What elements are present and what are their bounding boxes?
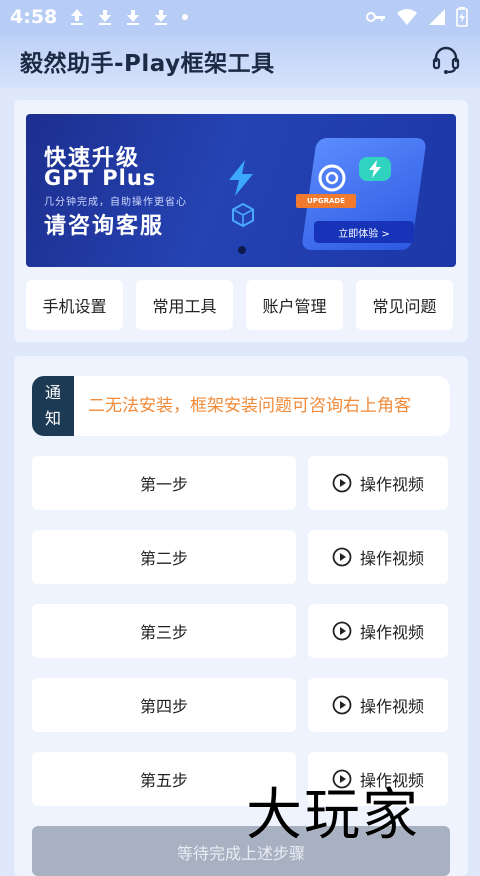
battery-icon <box>456 7 468 27</box>
faq-button[interactable]: 常见问题 <box>356 280 453 330</box>
step-row: 第三步 操作视频 <box>32 604 448 658</box>
wifi-icon <box>397 9 417 25</box>
step-2-button[interactable]: 第二步 <box>32 530 296 584</box>
promo-banner[interactable]: 快速升级 GPT Plus 几分钟完成，自助操作更省心 请咨询客服 UPGRAD… <box>26 114 456 267</box>
notice-marquee-text: 二无法安装，框架安装问题可咨询右上角客 <box>88 396 411 416</box>
video-label: 操作视频 <box>359 549 424 568</box>
watermark-text: 大玩家 <box>246 783 420 848</box>
play-circle-icon <box>332 547 352 567</box>
step-4-button[interactable]: 第四步 <box>32 678 296 732</box>
common-tools-button[interactable]: 常用工具 <box>136 280 233 330</box>
play-circle-icon <box>332 695 352 715</box>
notice-bar: 通 知 二无法安装，框架安装问题可咨询右上角客 <box>32 376 450 436</box>
openai-logo-icon <box>318 164 346 192</box>
signal-icon <box>429 9 445 25</box>
play-circle-icon <box>332 621 352 641</box>
step-row: 第四步 操作视频 <box>32 678 448 732</box>
cube-icon <box>232 202 254 228</box>
download-icon <box>99 10 112 25</box>
step-row: 第二步 操作视频 <box>32 530 448 584</box>
step-1-video-button[interactable]: 操作视频 <box>308 456 448 510</box>
banner-product: GPT Plus <box>44 166 157 190</box>
bolt-badge-icon <box>359 157 391 181</box>
lightning-icon <box>229 160 253 196</box>
status-bar: 4:58 <box>0 0 480 34</box>
notice-tag-char: 通 <box>44 383 61 402</box>
step-3-video-button[interactable]: 操作视频 <box>308 604 448 658</box>
banner-page-indicator <box>238 246 246 254</box>
menu-row: 手机设置 常用工具 账户管理 常见问题 <box>26 280 453 330</box>
video-label: 操作视频 <box>359 475 424 494</box>
vpn-key-icon <box>366 12 385 22</box>
step-1-button[interactable]: 第一步 <box>32 456 296 510</box>
headset-icon <box>432 46 460 74</box>
account-management-button[interactable]: 账户管理 <box>246 280 343 330</box>
try-now-button[interactable]: 立即体验 > <box>314 221 414 243</box>
step-row: 第一步 操作视频 <box>32 456 448 510</box>
play-circle-icon <box>332 473 352 493</box>
upload-icon <box>71 9 84 25</box>
notice-tag-char: 知 <box>44 409 61 428</box>
banner-cta-text: 请咨询客服 <box>44 214 165 239</box>
customer-support-button[interactable] <box>430 44 462 76</box>
app-title: 毅然助手-Play框架工具 <box>20 51 275 77</box>
phone-settings-button[interactable]: 手机设置 <box>26 280 123 330</box>
top-card: 快速升级 GPT Plus 几分钟完成，自助操作更省心 请咨询客服 UPGRAD… <box>14 100 468 342</box>
step-3-button[interactable]: 第三步 <box>32 604 296 658</box>
download-icon <box>127 10 140 25</box>
video-label: 操作视频 <box>359 697 424 716</box>
step-4-video-button[interactable]: 操作视频 <box>308 678 448 732</box>
dot-icon <box>182 14 189 20</box>
app-bar: 毅然助手-Play框架工具 <box>0 34 480 88</box>
step-2-video-button[interactable]: 操作视频 <box>308 530 448 584</box>
download-icon <box>155 10 168 25</box>
video-label: 操作视频 <box>359 623 424 642</box>
notice-tag: 通 知 <box>32 376 74 436</box>
notification-icons <box>69 8 189 26</box>
upgrade-badge: UPGRADE <box>296 194 356 208</box>
status-time: 4:58 <box>10 6 58 28</box>
banner-subtitle: 几分钟完成，自助操作更省心 <box>44 197 187 208</box>
